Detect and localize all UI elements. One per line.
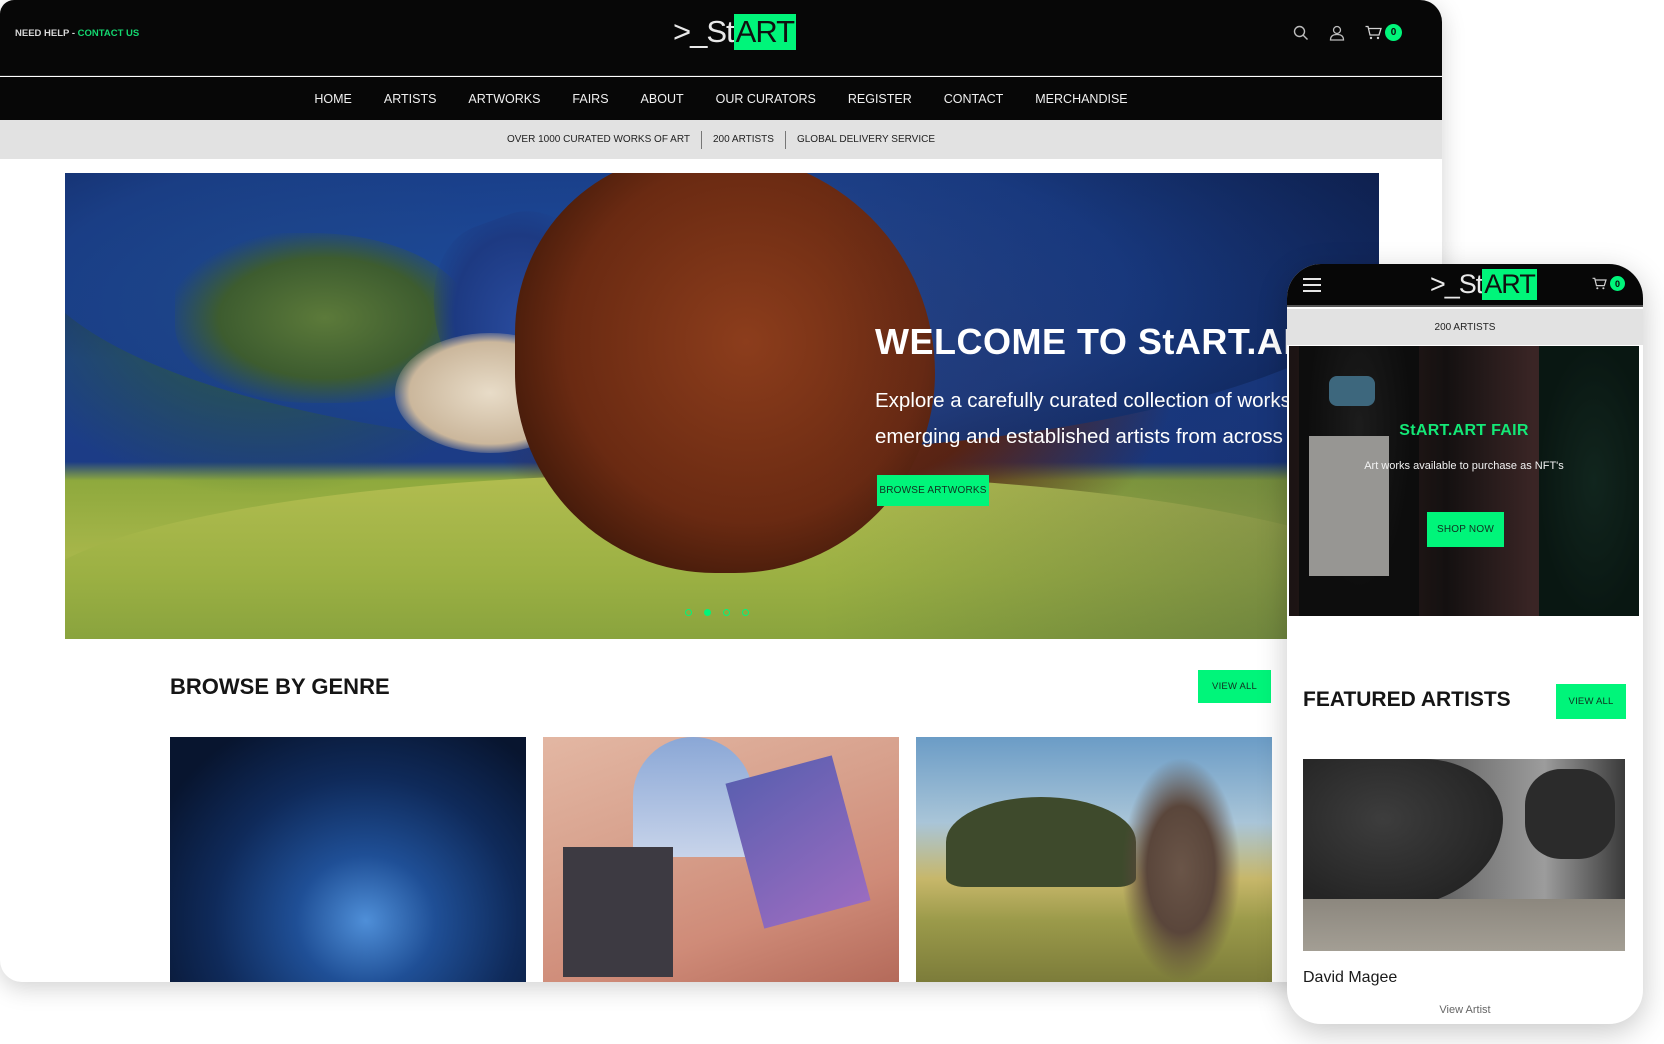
genre-artwork-tree [1121,757,1241,982]
nav-register[interactable]: REGISTER [832,92,928,106]
fair-overlay [1289,346,1639,616]
fair-subtitle: Art works available to purchase as NFT's [1364,460,1564,472]
slider-dot[interactable] [742,609,749,616]
nav-artists[interactable]: ARTISTS [368,92,453,106]
artist-name[interactable]: David Magee [1303,969,1397,987]
help-text: NEED HELP - CONTACT US [15,28,139,39]
slider-dot[interactable] [723,609,730,616]
artist-artwork-sea [1303,899,1625,951]
nav-fairs[interactable]: FAIRS [556,92,624,106]
promo-curated-works: OVER 1000 CURATED WORKS OF ART [506,134,690,145]
genre-view-all-button[interactable]: VIEW ALL [1198,670,1271,703]
mobile-cart-button[interactable]: 0 [1592,276,1625,291]
genre-artwork-screen [563,847,673,977]
genre-card-landscape[interactable] [916,737,1272,982]
nav-merchandise[interactable]: MERCHANDISE [1019,92,1143,106]
hero-slider: WELCOME TO StART.ART Explore a carefully… [65,173,1379,639]
nav-home[interactable]: HOME [298,92,368,106]
main-nav: HOME ARTISTS ARTWORKS FAIRS ABOUT OUR CU… [0,77,1442,120]
desktop-mockup: NEED HELP - CONTACT US >_St ART 0 HOME AR… [0,0,1442,982]
featured-artists-title: FEATURED ARTISTS [1303,688,1511,711]
genre-card-abstract[interactable] [170,737,526,982]
logo-prefix: >_St [673,14,735,49]
logo-highlight: ART [733,14,797,50]
promo-bar: OVER 1000 CURATED WORKS OF ART 200 ARTIS… [0,120,1442,159]
mobile-top-bar: >_St ART 0 [1287,264,1643,307]
mobile-promo-bar: 200 ARTISTS [1287,309,1643,345]
slider-dots [685,609,749,616]
header-icons: 0 [1293,24,1402,41]
hamburger-menu-icon[interactable] [1303,278,1321,297]
fair-title: StART.ART FAIR [1399,422,1529,439]
cart-button[interactable]: 0 [1365,24,1402,41]
mobile-promo-artists: 200 ARTISTS [1434,321,1496,333]
fair-banner: StART.ART FAIR Art works available to pu… [1289,346,1639,616]
mobile-site-logo[interactable]: >_St ART [1430,269,1537,301]
genre-artwork-magazine [725,755,871,929]
top-bar: NEED HELP - CONTACT US >_St ART 0 [0,0,1442,76]
shop-now-button[interactable]: SHOP NOW [1427,512,1504,547]
featured-view-all-button[interactable]: VIEW ALL [1556,684,1626,719]
mobile-mockup: >_St ART 0 200 ARTISTS StART.ART FAIR Art… [1287,264,1643,1024]
contact-us-link[interactable]: CONTACT US [78,28,140,39]
logo-highlight: ART [1482,269,1537,301]
browse-artworks-button[interactable]: BROWSE ARTWORKS [877,475,989,506]
slider-dot[interactable] [685,609,692,616]
genre-artwork-hill [946,797,1136,887]
promo-delivery: GLOBAL DELIVERY SERVICE [796,134,935,145]
browse-by-genre-title: BROWSE BY GENRE [170,674,390,699]
hero-title: WELCOME TO StART.ART [875,321,1333,362]
artist-artwork-rock [1303,759,1503,909]
nav-about[interactable]: ABOUT [625,92,700,106]
cart-icon [1365,25,1382,40]
artist-artwork-rock-2 [1525,769,1615,859]
view-artist-link[interactable]: View Artist [1287,1004,1643,1016]
nav-our-curators[interactable]: OUR CURATORS [700,92,832,106]
genre-card-figurative[interactable] [543,737,899,982]
nav-artworks[interactable]: ARTWORKS [452,92,556,106]
search-icon[interactable] [1293,25,1309,41]
mobile-cart-count-badge: 0 [1610,276,1625,291]
site-logo[interactable]: >_St ART [673,14,797,50]
cart-icon [1592,277,1607,290]
promo-artists: 200 ARTISTS [713,134,774,145]
user-icon[interactable] [1329,25,1345,41]
help-label: NEED HELP - [15,28,78,39]
slider-dot-active[interactable] [704,609,711,616]
nav-contact[interactable]: CONTACT [928,92,1020,106]
artist-image[interactable] [1303,759,1625,951]
cart-count-badge: 0 [1385,24,1402,41]
logo-prefix: >_St [1430,269,1483,300]
